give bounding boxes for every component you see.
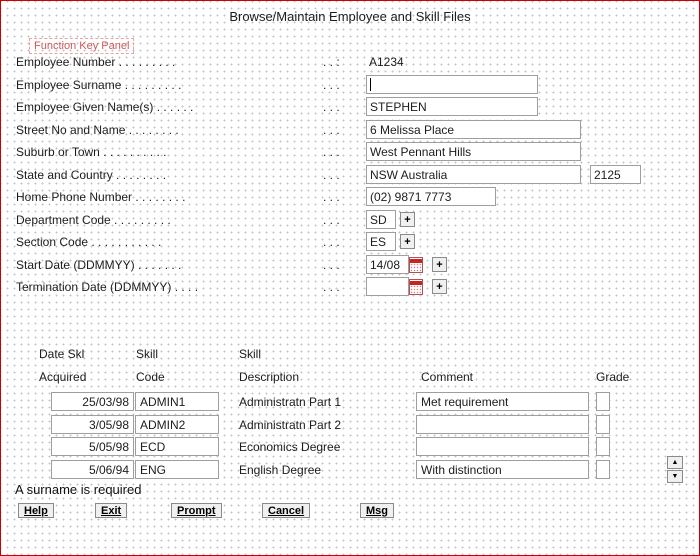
calendar-icon-grid <box>410 284 422 294</box>
section-prompt-button[interactable]: + <box>400 234 415 249</box>
field-row-start-date: Start Date (DDMMYY) . . . . . . . . . . … <box>1 255 699 276</box>
skill-code-input[interactable] <box>135 437 219 456</box>
scroll-up-button[interactable]: ▲ <box>667 456 683 469</box>
section-code-input[interactable] <box>366 232 396 251</box>
skill-description: Economics Degree <box>239 440 341 454</box>
employee-surname-label: Employee Surname . . . . . . . . . <box>16 78 182 92</box>
home-phone-label: Home Phone Number . . . . . . . . <box>16 190 186 204</box>
skill-grade-input[interactable] <box>596 460 610 479</box>
field-row-department-code: Department Code . . . . . . . . . . . . … <box>1 210 699 231</box>
calendar-icon[interactable] <box>409 279 423 295</box>
department-code-input[interactable] <box>366 210 396 229</box>
skill-row: Economics Degree <box>1 437 699 457</box>
field-row-street: Street No and Name . . . . . . . . . . . <box>1 120 699 141</box>
street-label: Street No and Name . . . . . . . . <box>16 123 179 137</box>
cancel-button[interactable]: Cancel <box>262 503 311 518</box>
header-skill-description-line2: Description <box>239 370 300 384</box>
state-country-input[interactable] <box>366 165 581 184</box>
skill-comment-input[interactable] <box>416 460 589 479</box>
leader-dots: . . . <box>323 168 340 182</box>
field-row-employee-number: Employee Number . . . . . . . . . . . : … <box>1 52 699 73</box>
street-input[interactable] <box>366 120 581 139</box>
section-code-label: Section Code . . . . . . . . . . . <box>16 235 162 249</box>
department-code-label: Department Code . . . . . . . . . <box>16 213 171 227</box>
scroll-down-button[interactable]: ▼ <box>667 470 683 483</box>
start-date-prompt-button[interactable]: + <box>432 257 447 272</box>
leader-dots: . . . <box>323 213 340 227</box>
help-button[interactable]: Help <box>18 503 54 518</box>
employee-surname-input[interactable] <box>366 75 538 94</box>
field-row-state-country: State and Country . . . . . . . . . . . <box>1 165 699 186</box>
skill-row: Administratn Part 2 <box>1 415 699 435</box>
calendar-icon-grid <box>410 262 422 272</box>
field-row-section-code: Section Code . . . . . . . . . . . . . .… <box>1 232 699 253</box>
skill-comment-input[interactable] <box>416 392 589 411</box>
skill-date-input[interactable] <box>51 415 134 434</box>
leader-dots: . . . <box>323 235 340 249</box>
start-date-label: Start Date (DDMMYY) . . . . . . . <box>16 258 182 272</box>
employee-number-value: A1234 <box>369 55 404 69</box>
postcode-input[interactable] <box>590 165 641 184</box>
leader-dots: . . . <box>323 123 340 137</box>
skill-grade-input[interactable] <box>596 415 610 434</box>
header-date-acquired-line1: Date Skl <box>39 347 85 361</box>
field-row-employee-surname: Employee Surname . . . . . . . . . . . . <box>1 75 699 96</box>
termination-date-input[interactable] <box>366 277 409 296</box>
skill-description: Administratn Part 2 <box>239 418 342 432</box>
exit-button[interactable]: Exit <box>95 503 128 518</box>
text-cursor <box>370 78 371 91</box>
suburb-input[interactable] <box>366 142 581 161</box>
header-skill-code-line2: Code <box>136 370 165 384</box>
given-names-label: Employee Given Name(s) . . . . . . <box>16 100 194 114</box>
header-comment: Comment <box>421 370 474 384</box>
suburb-label: Suburb or Town . . . . . . . . . . <box>16 145 167 159</box>
header-grade: Grade <box>596 370 630 384</box>
skill-description: Administratn Part 1 <box>239 395 342 409</box>
page-title: Browse/Maintain Employee and Skill Files <box>229 9 471 24</box>
leader-dots: . . . <box>323 78 340 92</box>
skill-comment-input[interactable] <box>416 415 589 434</box>
field-row-given-names: Employee Given Name(s) . . . . . . . . . <box>1 97 699 118</box>
leader-dots: . . . <box>323 145 340 159</box>
field-row-suburb: Suburb or Town . . . . . . . . . . . . . <box>1 142 699 163</box>
skill-grade-input[interactable] <box>596 392 610 411</box>
skill-date-input[interactable] <box>51 392 134 411</box>
home-phone-input[interactable] <box>366 187 496 206</box>
start-date-input[interactable] <box>366 255 409 274</box>
field-row-termination-date: Termination Date (DDMMYY) . . . . . . . … <box>1 277 699 298</box>
leader-dots: . . . <box>323 258 340 272</box>
state-country-label: State and Country . . . . . . . . <box>16 168 167 182</box>
skill-grade-input[interactable] <box>596 437 610 456</box>
prompt-button[interactable]: Prompt <box>171 503 222 518</box>
given-names-input[interactable] <box>366 97 538 116</box>
scroll-down-icon: ▼ <box>671 473 679 480</box>
skill-code-input[interactable] <box>135 392 219 411</box>
skill-code-input[interactable] <box>135 415 219 434</box>
scroll-up-icon: ▲ <box>671 459 679 466</box>
leader-dots: . . : <box>323 55 340 69</box>
skill-description: English Degree <box>239 463 322 477</box>
termination-date-label: Termination Date (DDMMYY) . . . . <box>16 280 199 294</box>
skill-comment-input[interactable] <box>416 437 589 456</box>
employee-number-label: Employee Number . . . . . . . . . <box>16 55 176 69</box>
skill-date-input[interactable] <box>51 437 134 456</box>
calendar-icon[interactable] <box>409 257 423 273</box>
skill-row: English Degree <box>1 460 699 480</box>
department-prompt-button[interactable]: + <box>400 212 415 227</box>
header-skill-description-line1: Skill <box>239 347 262 361</box>
skill-date-input[interactable] <box>51 460 134 479</box>
employee-maintenance-screen: Browse/Maintain Employee and Skill Files… <box>0 0 700 556</box>
skill-row: Administratn Part 1 <box>1 392 699 412</box>
header-skill-code-line1: Skill <box>136 347 159 361</box>
leader-dots: . . . <box>323 100 340 114</box>
leader-dots: . . . <box>323 280 340 294</box>
status-message: A surname is required <box>15 482 142 497</box>
header-date-acquired-line2: Acquired <box>39 370 87 384</box>
leader-dots: . . . <box>323 190 340 204</box>
skill-code-input[interactable] <box>135 460 219 479</box>
msg-button[interactable]: Msg <box>360 503 394 518</box>
field-row-home-phone: Home Phone Number . . . . . . . . . . . <box>1 187 699 208</box>
termination-date-prompt-button[interactable]: + <box>432 279 447 294</box>
